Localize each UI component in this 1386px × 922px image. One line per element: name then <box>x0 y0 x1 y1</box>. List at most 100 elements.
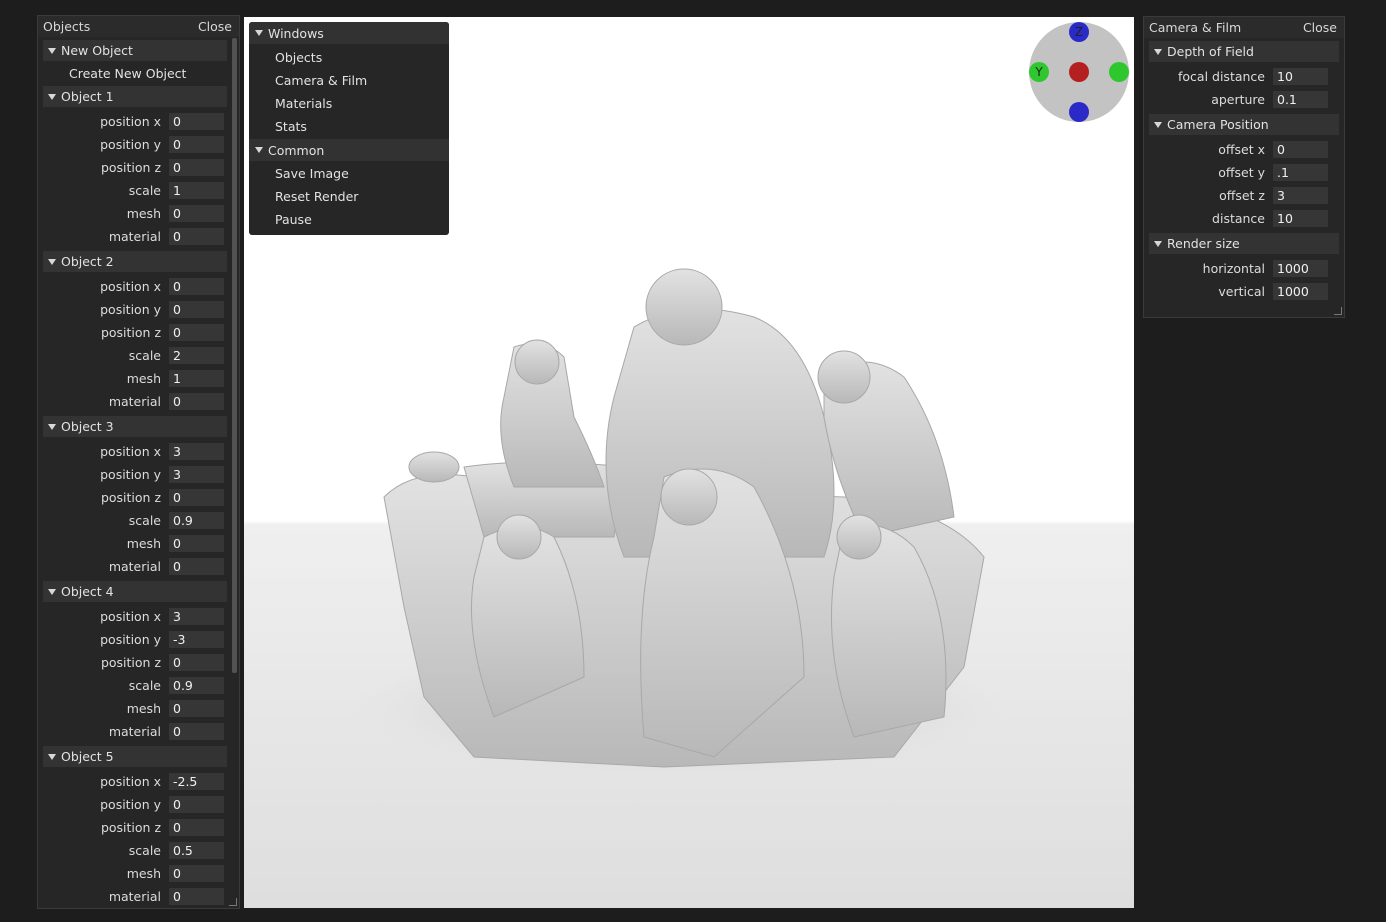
property-input[interactable]: 3 <box>169 443 224 460</box>
resize-handle-icon[interactable] <box>1334 307 1342 315</box>
menu-header-label: Common <box>268 142 325 158</box>
property-label: position x <box>100 774 161 789</box>
objects-scrollbar[interactable] <box>232 38 237 908</box>
resize-handle-icon[interactable] <box>229 898 237 906</box>
depth-of-field-header[interactable]: Depth of Field <box>1149 41 1339 62</box>
objects-scrollbar-thumb[interactable] <box>232 38 237 673</box>
menu-item-pause[interactable]: Pause <box>249 208 449 231</box>
property-row: position y 0 <box>38 793 231 816</box>
gizmo-x-axis[interactable] <box>1069 62 1089 82</box>
common-menu-header[interactable]: Common <box>249 139 449 161</box>
property-input[interactable]: 0 <box>169 489 224 506</box>
property-input[interactable]: 1 <box>169 370 224 387</box>
property-input[interactable]: 0.5 <box>169 842 224 859</box>
property-input[interactable]: 0 <box>169 301 224 318</box>
new-object-header[interactable]: New Object <box>43 40 227 61</box>
windows-menu-header[interactable]: Windows <box>249 22 449 44</box>
camera-field-input[interactable]: 10 <box>1273 68 1328 85</box>
property-input[interactable]: 3 <box>169 466 224 483</box>
camera-film-panel: Camera & Film Close Depth of Field focal… <box>1143 16 1345 318</box>
collapse-triangle-icon <box>48 93 56 100</box>
windows-menu: Windows Objects Camera & Film Materials … <box>249 22 449 235</box>
axis-gizmo[interactable]: Z Y <box>1029 22 1129 122</box>
property-input[interactable]: 3 <box>169 608 224 625</box>
property-label: material <box>108 229 161 244</box>
camera-field-input[interactable]: 0.1 <box>1273 91 1328 108</box>
object-header[interactable]: Object 2 <box>43 251 227 272</box>
camera-field-row: vertical 1000 <box>1144 280 1344 303</box>
property-input[interactable]: 0 <box>169 113 224 130</box>
camera-field-input[interactable]: 10 <box>1273 210 1328 227</box>
property-input[interactable]: 0 <box>169 393 224 410</box>
dof-fields: focal distance 10 aperture 0.1 <box>1144 65 1344 111</box>
gizmo-z-axis[interactable]: Z <box>1069 22 1089 42</box>
menu-item-save-image[interactable]: Save Image <box>249 162 449 185</box>
property-input[interactable]: 0 <box>169 278 224 295</box>
property-input[interactable]: 0 <box>169 535 224 552</box>
menu-item-objects[interactable]: Objects <box>249 46 449 69</box>
camera-field-label: offset x <box>1218 142 1265 157</box>
camera-position-header[interactable]: Camera Position <box>1149 114 1339 135</box>
objects-list[interactable]: New Object Create New Object Object 1 pos… <box>38 38 231 908</box>
objects-panel-titlebar[interactable]: Objects Close <box>38 16 239 37</box>
menu-item-camera-film[interactable]: Camera & Film <box>249 69 449 92</box>
property-input[interactable]: 2 <box>169 347 224 364</box>
gizmo-neg-y-axis[interactable] <box>1109 62 1129 82</box>
camera-panel-close-button[interactable]: Close <box>1303 20 1337 35</box>
property-label: position z <box>100 820 161 835</box>
gizmo-neg-z-axis[interactable] <box>1069 102 1089 122</box>
property-input[interactable]: 0.9 <box>169 512 224 529</box>
property-input[interactable]: 0.9 <box>169 677 224 694</box>
property-input[interactable]: 0 <box>169 558 224 575</box>
property-label: position z <box>100 655 161 670</box>
camera-field-input[interactable]: .1 <box>1273 164 1328 181</box>
property-row: position y 3 <box>38 463 231 486</box>
property-label: scale <box>128 843 161 858</box>
menu-item-reset-render[interactable]: Reset Render <box>249 185 449 208</box>
object-header[interactable]: Object 1 <box>43 86 227 107</box>
property-input[interactable]: 0 <box>169 819 224 836</box>
property-row: material 0 <box>38 885 231 908</box>
property-input[interactable]: 0 <box>169 700 224 717</box>
property-label: scale <box>128 348 161 363</box>
property-input[interactable]: 0 <box>169 723 224 740</box>
property-input[interactable]: 0 <box>169 865 224 882</box>
render-size-header[interactable]: Render size <box>1149 233 1339 254</box>
camera-field-input[interactable]: 0 <box>1273 141 1328 158</box>
menu-item-materials[interactable]: Materials <box>249 92 449 115</box>
gizmo-y-axis[interactable]: Y <box>1029 62 1049 82</box>
property-label: position y <box>100 137 161 152</box>
property-input[interactable]: 0 <box>169 654 224 671</box>
property-row: position x -2.5 <box>38 770 231 793</box>
property-input[interactable]: 0 <box>169 136 224 153</box>
object-header[interactable]: Object 3 <box>43 416 227 437</box>
property-row: material 0 <box>38 555 231 578</box>
object-header[interactable]: Object 4 <box>43 581 227 602</box>
property-input[interactable]: 0 <box>169 205 224 222</box>
property-input[interactable]: 0 <box>169 228 224 245</box>
camera-panel-titlebar[interactable]: Camera & Film Close <box>1144 17 1344 38</box>
camera-field-input[interactable]: 3 <box>1273 187 1328 204</box>
property-input[interactable]: -3 <box>169 631 224 648</box>
camera-field-input[interactable]: 1000 <box>1273 260 1328 277</box>
object-header[interactable]: Object 5 <box>43 746 227 767</box>
menu-item-stats[interactable]: Stats <box>249 115 449 138</box>
section-label: Render size <box>1167 236 1240 251</box>
property-input[interactable]: 0 <box>169 796 224 813</box>
property-input[interactable]: 0 <box>169 159 224 176</box>
property-input[interactable]: 1 <box>169 182 224 199</box>
property-input[interactable]: 0 <box>169 324 224 341</box>
object-header-label: Object 2 <box>61 254 114 269</box>
property-input[interactable]: 0 <box>169 888 224 905</box>
section-label: Camera Position <box>1167 117 1269 132</box>
property-label: material <box>108 559 161 574</box>
property-row: scale 2 <box>38 344 231 367</box>
camera-field-label: aperture <box>1211 92 1265 107</box>
objects-panel-close-button[interactable]: Close <box>198 19 232 34</box>
property-input[interactable]: -2.5 <box>169 773 224 790</box>
create-new-object-button[interactable]: Create New Object <box>43 62 227 84</box>
camera-field-input[interactable]: 1000 <box>1273 283 1328 300</box>
camera-field-row: horizontal 1000 <box>1144 257 1344 280</box>
property-row: mesh 0 <box>38 202 231 225</box>
property-row: mesh 0 <box>38 862 231 885</box>
